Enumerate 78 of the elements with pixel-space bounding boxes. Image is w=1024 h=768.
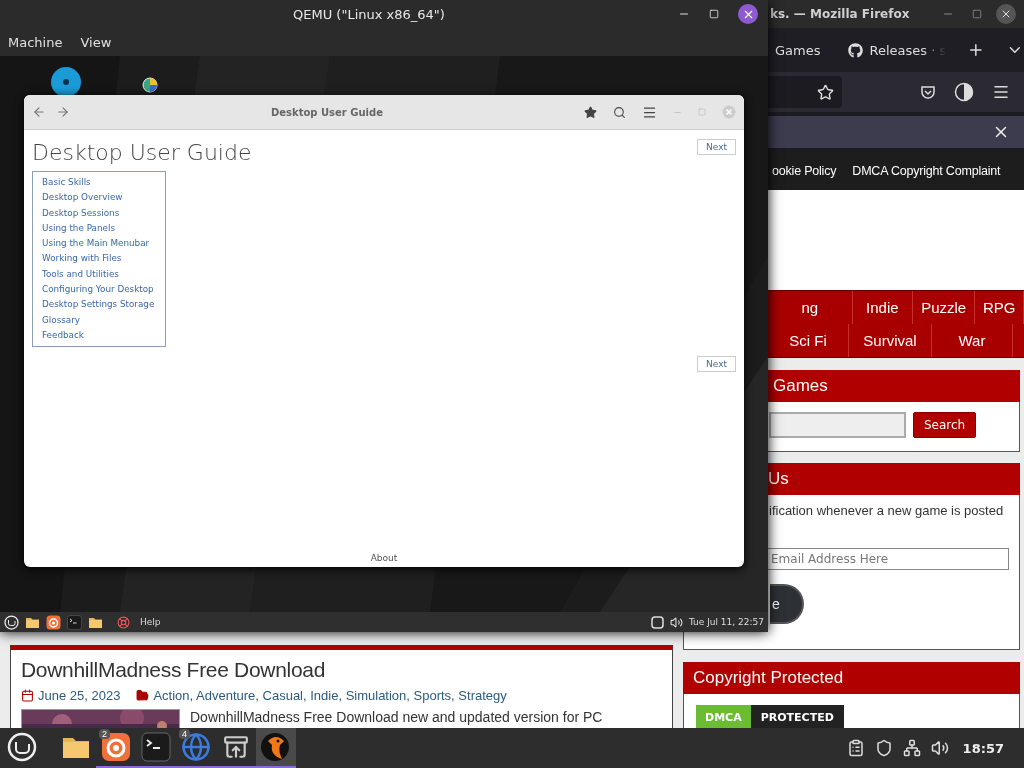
topic-link[interactable]: Tools and Utilities xyxy=(42,266,165,283)
help-icon[interactable] xyxy=(117,615,130,629)
topic-link[interactable]: Feedback xyxy=(42,327,165,344)
category-links[interactable]: Action, Adventure, Casual, Indie, Simulation, Sports, Strategy xyxy=(153,688,507,703)
nav-link[interactable]: DMCA Copyright Complaint xyxy=(852,164,1001,178)
menu-item[interactable]: Machine xyxy=(8,34,63,50)
topic-link[interactable]: Desktop Sessions xyxy=(42,205,165,221)
fox-icon[interactable] xyxy=(101,732,131,762)
shield-icon[interactable] xyxy=(874,739,893,757)
close-icon xyxy=(1000,8,1012,20)
clock[interactable]: 18:57 xyxy=(962,740,1004,756)
forward-icon[interactable] xyxy=(56,105,70,119)
page-heading: Desktop User Guide xyxy=(32,140,252,165)
window-title: QEMU ("Linux x86_64") xyxy=(292,6,446,22)
globe-icon[interactable] xyxy=(181,732,211,762)
volume-icon[interactable] xyxy=(930,739,949,757)
browser-tab[interactable]: Games xyxy=(775,42,821,58)
close-button[interactable] xyxy=(996,4,1016,24)
taskbar-app[interactable]: 4 xyxy=(176,728,216,768)
search-field[interactable] xyxy=(769,412,906,438)
menu-item[interactable]: View xyxy=(80,34,112,50)
window-count: 2 xyxy=(99,729,110,739)
post-date[interactable]: June 25, 2023 xyxy=(38,688,121,703)
folder-icon xyxy=(136,689,150,702)
widget-header: Copyright Protected xyxy=(683,662,1020,694)
help-label[interactable]: Help xyxy=(140,617,161,627)
window-count: 4 xyxy=(179,729,190,739)
next-button[interactable]: Next xyxy=(697,139,736,155)
archive-icon[interactable] xyxy=(223,734,249,760)
topic-link[interactable]: Working with Files xyxy=(42,251,165,267)
back-icon[interactable] xyxy=(32,105,46,119)
maximize-icon[interactable] xyxy=(972,9,982,19)
pie-icon[interactable] xyxy=(142,77,158,93)
bookmark-star-icon[interactable] xyxy=(584,105,597,119)
address-field[interactable] xyxy=(768,76,842,108)
search-icon[interactable] xyxy=(613,105,626,119)
pocket-icon[interactable] xyxy=(920,84,936,100)
email-field[interactable]: Email Address Here xyxy=(767,548,1009,570)
subscribe-button[interactable]: e xyxy=(770,584,804,624)
mint-logo-icon[interactable] xyxy=(7,732,37,762)
window-title: ks. — Mozilla Firefox xyxy=(770,7,910,21)
terminal-icon[interactable] xyxy=(141,732,171,762)
volume-icon[interactable] xyxy=(669,615,683,629)
mint-logo-icon[interactable] xyxy=(4,614,19,630)
widget-text: ification whenever a new game is posted xyxy=(768,502,1005,518)
nav-link[interactable]: ookie Policy xyxy=(772,164,837,178)
window-title: Desktop User Guide xyxy=(270,106,384,118)
calendar-icon xyxy=(21,689,34,702)
category-link[interactable]: RPG xyxy=(975,291,1024,324)
menu-icon[interactable] xyxy=(992,83,1010,101)
disc-icon[interactable] xyxy=(50,66,82,98)
dmca-badge: DMCA PROTECTED xyxy=(696,705,1019,728)
github-icon xyxy=(848,42,864,58)
about-link[interactable]: About xyxy=(370,553,398,563)
profile-icon[interactable] xyxy=(954,82,974,102)
category-link[interactable]: Puzzle xyxy=(913,291,976,324)
topic-link[interactable]: Configuring Your Desktop xyxy=(42,282,165,298)
taskbar-app[interactable]: 2 xyxy=(96,728,136,768)
topic-link[interactable]: Glossary xyxy=(42,312,165,328)
close-button[interactable] xyxy=(738,4,758,24)
category-link[interactable]: Survival xyxy=(849,324,932,357)
menu-icon[interactable] xyxy=(642,104,657,120)
post-excerpt: DownhillMadness Free Download new and updated version for PC xyxy=(190,709,603,727)
network-icon[interactable] xyxy=(902,739,921,757)
category-link[interactable]: War xyxy=(932,324,1013,357)
topic-link[interactable]: Desktop Settings Storage xyxy=(42,297,165,313)
fox-icon[interactable] xyxy=(46,614,61,630)
clock[interactable]: Tue Jul 11, 22:57 xyxy=(688,617,764,627)
next-button[interactable]: Next xyxy=(697,356,736,372)
clipboard-icon[interactable] xyxy=(846,739,865,757)
search-button[interactable]: Search xyxy=(913,412,977,438)
topic-link[interactable]: Using the Panels xyxy=(42,220,165,237)
window-list-icon[interactable] xyxy=(650,615,664,629)
category-link[interactable]: Indie xyxy=(852,291,914,324)
post-title[interactable]: DownhillMadness Free Download xyxy=(21,658,662,682)
topic-link[interactable]: Basic Skills xyxy=(42,175,165,191)
topic-link[interactable]: Using the Main Menubar xyxy=(42,236,165,252)
topic-link[interactable]: Desktop Overview xyxy=(42,190,165,206)
